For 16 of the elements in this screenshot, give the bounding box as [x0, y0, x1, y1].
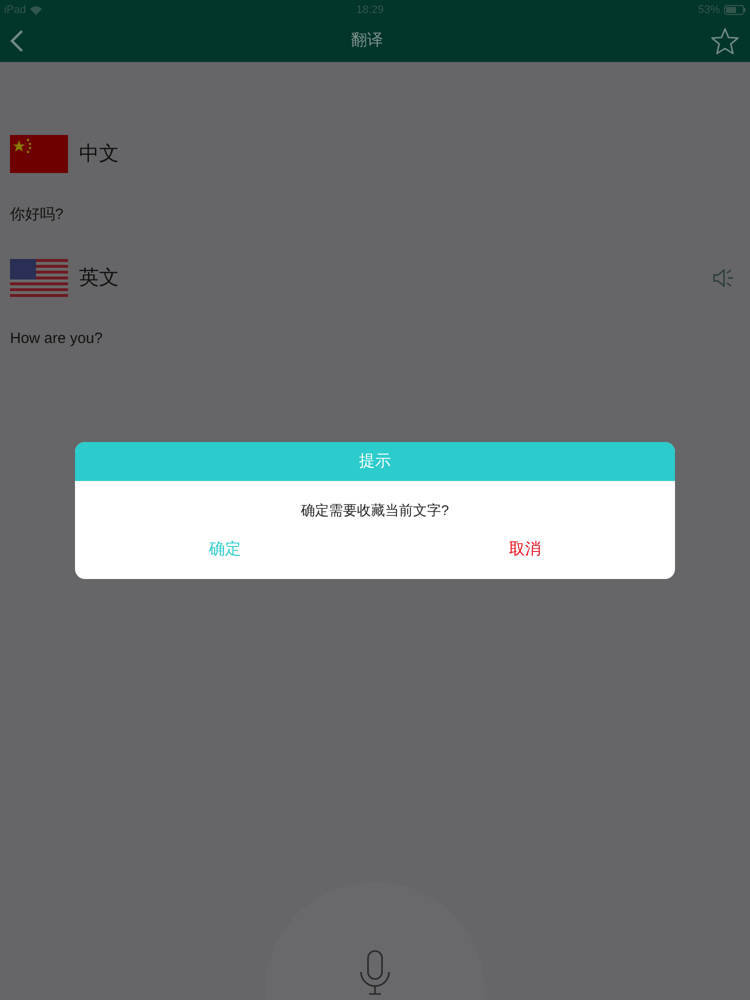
dialog-message: 确定需要收藏当前文字? [300, 501, 450, 520]
battery-icon [724, 5, 746, 15]
dialog-title: 提示 [359, 452, 391, 472]
nav-title: 翻译 [351, 31, 383, 51]
text-line: How are you? [10, 328, 104, 348]
star-icon[interactable] [710, 27, 740, 55]
language-name: 中文 [79, 142, 119, 167]
cancel-button[interactable]: 取消 [375, 521, 675, 579]
speaker-icon[interactable] [713, 268, 735, 286]
wifi-icon [30, 6, 42, 14]
flag-icon [10, 135, 68, 173]
flag-icon [10, 258, 68, 296]
language-name: 英文 [79, 266, 119, 290]
back-icon[interactable] [10, 29, 24, 53]
microphone-icon [359, 950, 391, 996]
text-line: 你好吗? [10, 205, 64, 225]
